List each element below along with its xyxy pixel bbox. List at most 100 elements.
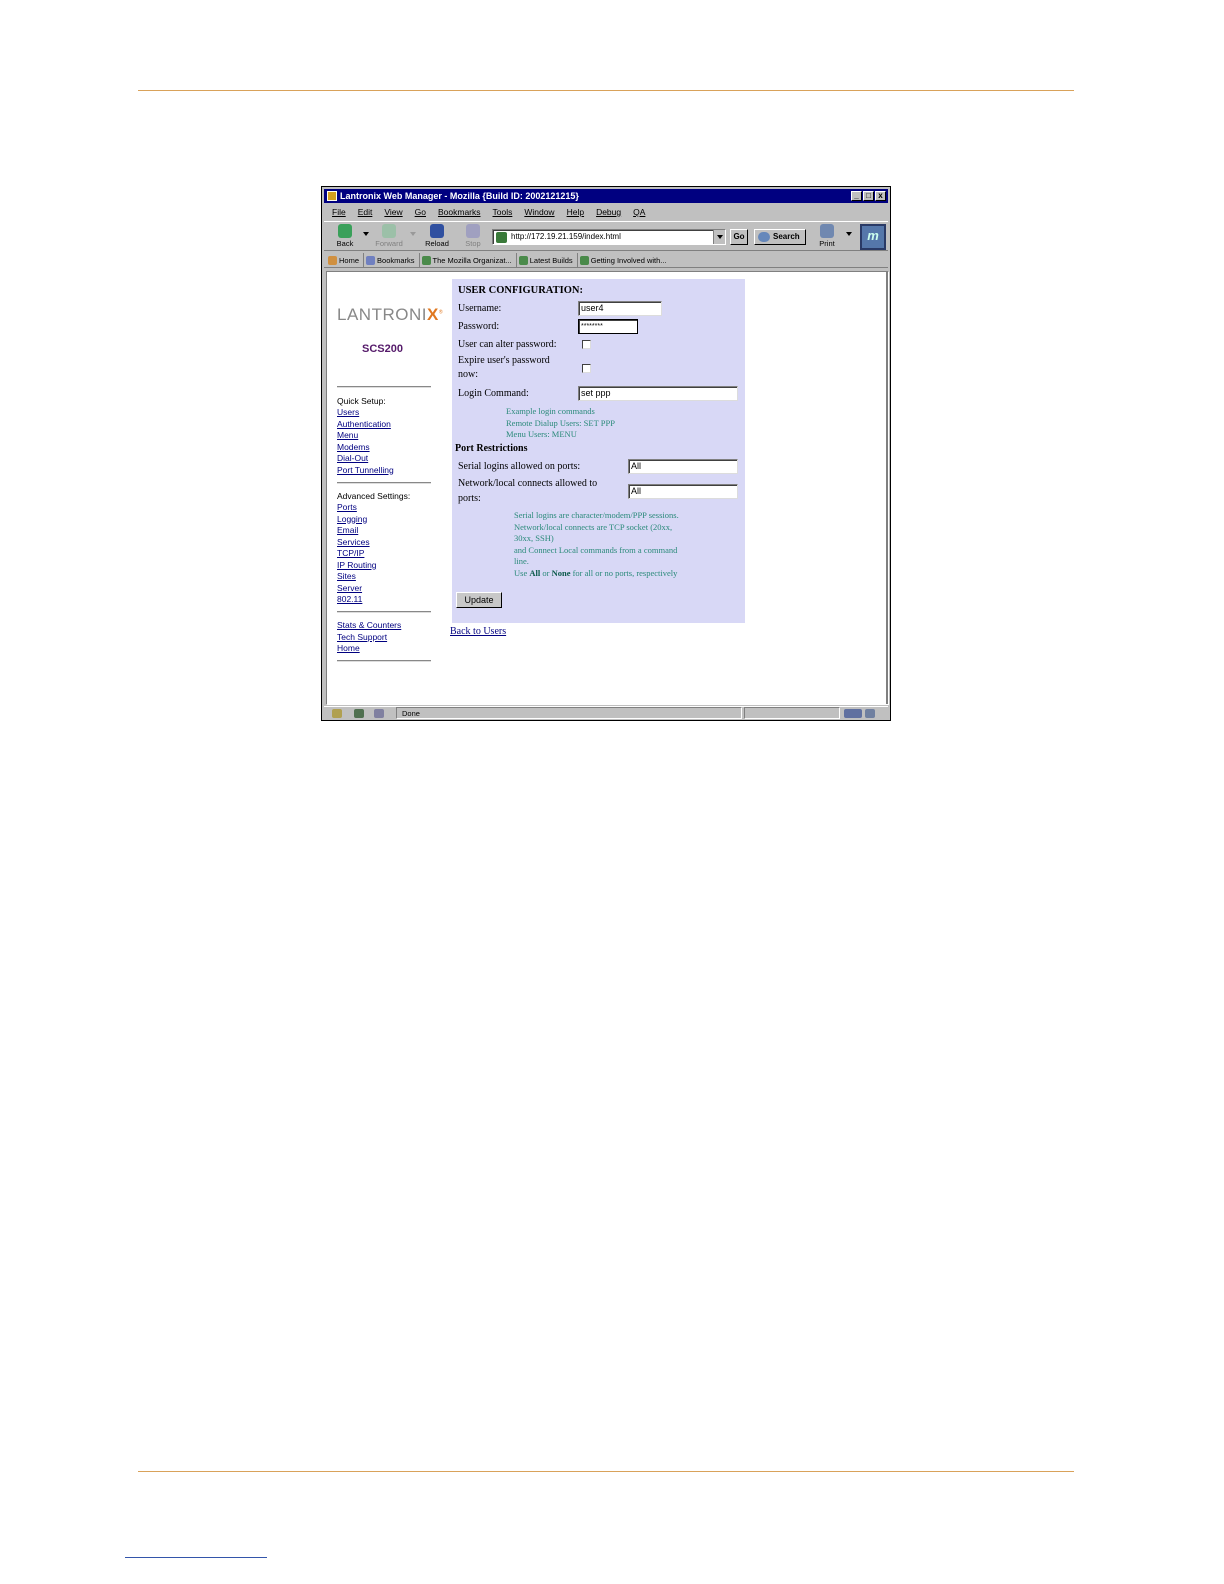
search-button[interactable]: Search: [754, 229, 806, 245]
quick-setup-links: Users Authentication Menu Modems Dial-Ou…: [337, 407, 394, 476]
port-restrictions-heading: Port Restrictions: [455, 443, 528, 454]
nav-link-ip-routing[interactable]: IP Routing: [337, 560, 377, 572]
menu-file[interactable]: File: [332, 205, 346, 219]
menu-edit[interactable]: Edit: [358, 205, 373, 219]
nav-link-menu[interactable]: Menu: [337, 430, 394, 442]
bookmark-link-icon: [518, 255, 528, 265]
nav-link-modems[interactable]: Modems: [337, 442, 394, 454]
url-history-dropdown-icon[interactable]: [713, 230, 725, 244]
menu-bookmarks[interactable]: Bookmarks: [438, 205, 481, 219]
mozilla-throbber-icon[interactable]: m: [860, 224, 886, 250]
serial-logins-label: Serial logins allowed on ports:: [458, 461, 581, 472]
update-button[interactable]: Update: [456, 592, 502, 608]
alter-password-label: User can alter password:: [458, 339, 557, 350]
expire-password-label: Expire user's password: [458, 355, 550, 366]
menu-debug[interactable]: Debug: [596, 205, 621, 219]
nav-link-users[interactable]: Users: [337, 407, 394, 419]
status-bar: Done: [324, 706, 888, 719]
personal-link-getting-involved[interactable]: Getting Involved with...: [579, 253, 671, 267]
menu-view[interactable]: View: [384, 205, 402, 219]
forward-arrow-icon: [382, 224, 396, 238]
login-example-hint: Example login commands Remote Dialup Use…: [506, 406, 615, 439]
personal-toolbar: Home Bookmarks The Mozilla Organizat... …: [324, 253, 888, 268]
nav-divider: [337, 386, 431, 388]
navigator-icon[interactable]: [332, 709, 342, 718]
password-label: Password:: [458, 321, 500, 332]
print-button[interactable]: Print: [810, 224, 844, 250]
composer-icon[interactable]: [374, 709, 384, 718]
security-lock-icon[interactable]: [865, 709, 875, 718]
menu-window[interactable]: Window: [524, 205, 554, 219]
bookmark-link-icon: [421, 255, 431, 265]
personal-link-mozilla-org[interactable]: The Mozilla Organizat...: [421, 253, 517, 267]
forward-button[interactable]: Forward: [372, 224, 406, 250]
menu-qa[interactable]: QA: [633, 205, 645, 219]
nav-link-dial-out[interactable]: Dial-Out: [337, 453, 394, 465]
login-command-label: Login Command:: [458, 388, 529, 399]
bookmarks-icon: [366, 255, 376, 265]
footer-link-underline: [125, 1557, 267, 1558]
nav-divider: [337, 660, 431, 662]
print-dropdown-icon[interactable]: [846, 232, 852, 236]
network-connects-label-cont: ports:: [458, 493, 481, 504]
stop-icon: [466, 224, 480, 238]
progress-meter: [744, 707, 840, 719]
back-history-dropdown-icon[interactable]: [363, 232, 369, 236]
nav-link-server[interactable]: Server: [337, 583, 377, 595]
port-restrictions-hint: Serial logins are character/modem/PPP se…: [514, 510, 679, 578]
back-to-users-link[interactable]: Back to Users: [450, 626, 506, 637]
menu-help[interactable]: Help: [567, 205, 584, 219]
username-label: Username:: [458, 303, 502, 314]
stop-button[interactable]: Stop: [456, 224, 490, 250]
network-connects-input[interactable]: All: [628, 484, 738, 499]
menubar: File Edit View Go Bookmarks Tools Window…: [324, 205, 888, 219]
nav-link-ports[interactable]: Ports: [337, 502, 377, 514]
back-button[interactable]: Back: [328, 224, 362, 250]
nav-link-logging[interactable]: Logging: [337, 514, 377, 526]
user-configuration-panel: USER CONFIGURATION: Username: user4 Pass…: [452, 279, 745, 623]
alter-password-checkbox[interactable]: [582, 340, 591, 349]
home-icon: [328, 255, 337, 265]
minimize-button[interactable]: _: [851, 191, 862, 201]
go-button[interactable]: Go: [730, 229, 748, 245]
page-header-rule: [138, 90, 1074, 91]
content-frame-edge: [886, 272, 888, 704]
login-command-input[interactable]: set ppp: [578, 386, 738, 401]
personal-link-latest-builds[interactable]: Latest Builds: [518, 253, 578, 267]
nav-link-tech-support[interactable]: Tech Support: [337, 632, 401, 644]
menu-tools[interactable]: Tools: [493, 205, 513, 219]
page-footer-rule: [138, 1471, 1074, 1472]
back-arrow-icon: [338, 224, 352, 238]
nav-link-80211[interactable]: 802.11: [337, 594, 377, 606]
nav-link-sites[interactable]: Sites: [337, 571, 377, 583]
browser-window: Lantronix Web Manager - Mozilla {Build I…: [321, 186, 891, 721]
expire-password-checkbox[interactable]: [582, 364, 591, 373]
nav-link-services[interactable]: Services: [337, 537, 377, 549]
nav-divider: [337, 611, 431, 613]
password-input[interactable]: ********: [578, 319, 638, 334]
close-button[interactable]: x: [875, 191, 886, 201]
nav-divider: [337, 482, 431, 484]
port-hint-usage: Use All or None for all or no ports, res…: [514, 567, 678, 578]
online-status-icon[interactable]: [844, 709, 862, 718]
printer-icon: [820, 224, 834, 238]
username-input[interactable]: user4: [578, 301, 662, 316]
nav-link-email[interactable]: Email: [337, 525, 377, 537]
nav-link-home[interactable]: Home: [337, 643, 401, 655]
reload-button[interactable]: Reload: [420, 224, 454, 250]
serial-logins-input[interactable]: All: [628, 459, 738, 474]
menu-go[interactable]: Go: [415, 205, 426, 219]
nav-link-authentication[interactable]: Authentication: [337, 419, 394, 431]
form-heading: USER CONFIGURATION:: [458, 285, 583, 296]
nav-link-stats-counters[interactable]: Stats & Counters: [337, 620, 401, 632]
url-bar[interactable]: http://172.19.21.159/index.html: [492, 229, 726, 245]
personal-bookmarks-button[interactable]: Bookmarks: [366, 253, 420, 267]
mail-icon[interactable]: [354, 709, 364, 718]
nav-link-tcpip[interactable]: TCP/IP: [337, 548, 377, 560]
nav-link-port-tunnelling[interactable]: Port Tunnelling: [337, 465, 394, 477]
forward-history-dropdown-icon[interactable]: [410, 232, 416, 236]
personal-home-link[interactable]: Home: [328, 253, 365, 267]
search-icon: [758, 232, 770, 242]
maximize-button[interactable]: □: [863, 191, 874, 201]
window-titlebar[interactable]: Lantronix Web Manager - Mozilla {Build I…: [324, 189, 888, 203]
